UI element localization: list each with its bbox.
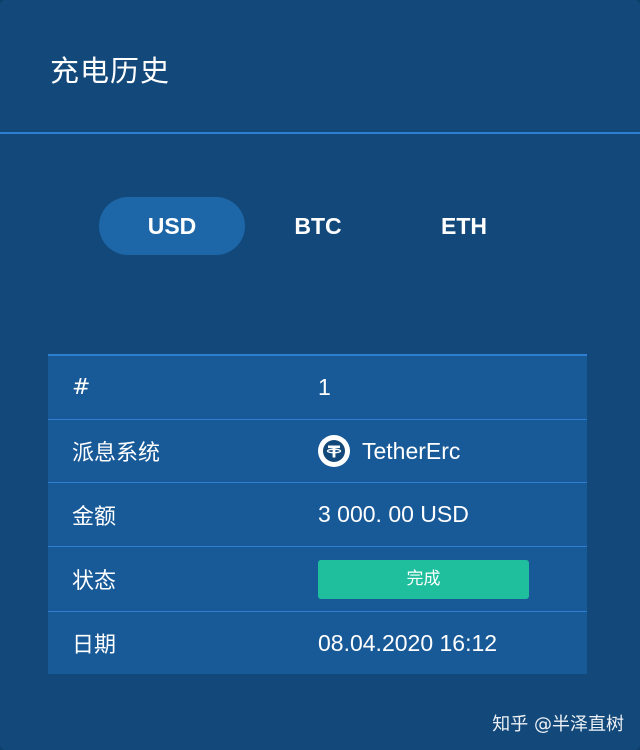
table-row-payment-system: 派息系统 TetherErc — [48, 420, 587, 483]
row-value-id: 1 — [318, 374, 331, 400]
table-row-amount: 金额 3 000. 00 USD — [48, 483, 587, 547]
table-row-id: # 1 — [48, 356, 587, 420]
table-row-status: 状态 完成 — [48, 547, 587, 612]
row-label-id: # — [72, 375, 91, 400]
row-label-amount: 金额 — [72, 504, 117, 530]
row-label-date: 日期 — [72, 633, 117, 658]
row-value-payment-system: TetherErc — [318, 435, 587, 467]
payment-system-name: TetherErc — [362, 437, 461, 464]
tether-icon — [318, 435, 350, 467]
row-value-amount: 3 000. 00 USD — [318, 501, 469, 527]
tab-usd[interactable]: USD — [99, 197, 245, 255]
status-badge: 完成 — [318, 559, 529, 599]
page-title: 充电历史 — [50, 54, 171, 88]
watermark: 知乎 @半泽直树 — [492, 714, 624, 735]
table-row-date: 日期 08.04.2020 16:12 — [48, 612, 587, 674]
history-table: # 1 派息系统 TetherErc 金额 3 000. 00 USD 状态 完… — [48, 354, 587, 674]
row-label-status: 状态 — [72, 569, 117, 594]
currency-tabs: USD BTC ETH — [99, 197, 537, 255]
row-value-status: 完成 — [318, 559, 587, 599]
row-label-payment-system: 派息系统 — [72, 441, 161, 466]
row-value-date: 08.04.2020 16:12 — [318, 629, 498, 656]
tab-btc[interactable]: BTC — [245, 197, 391, 255]
panel-header: 充电历史 — [0, 0, 640, 134]
recharge-history-panel: 充电历史 USD BTC ETH # 1 派息系统 TetherErc 金额 3… — [0, 0, 640, 750]
tab-eth[interactable]: ETH — [391, 197, 537, 255]
